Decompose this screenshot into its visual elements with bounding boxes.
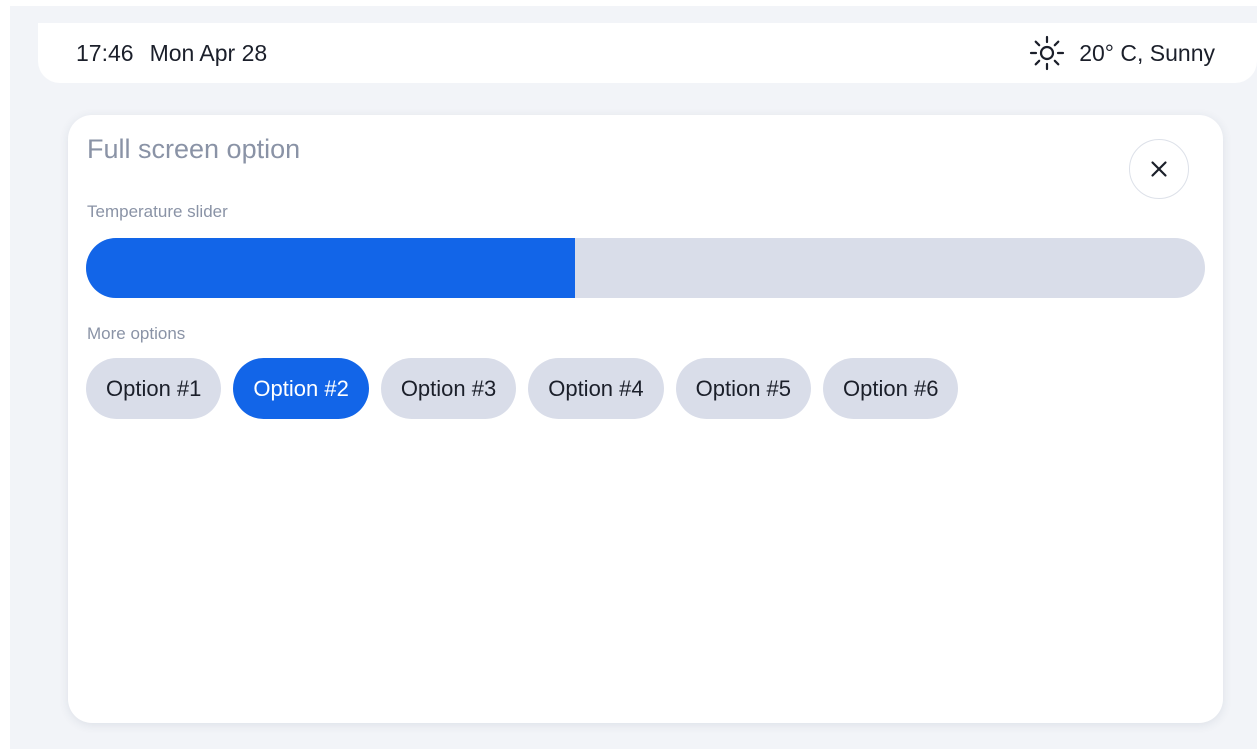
- temperature-slider-fill: [86, 238, 575, 298]
- close-icon: [1151, 161, 1167, 177]
- option-chip-3[interactable]: Option #3: [380, 358, 517, 419]
- option-chip-5[interactable]: Option #5: [675, 358, 812, 419]
- option-chip-2[interactable]: Option #2: [233, 358, 369, 419]
- status-bar: 17:46 Mon Apr 28 20° C, Sunny: [38, 23, 1257, 83]
- clock-time: 17:46: [76, 39, 134, 66]
- full-screen-option-panel: Full screen option Temperature slider Mo…: [68, 115, 1223, 723]
- temperature-slider[interactable]: [86, 238, 1205, 298]
- panel-title: Full screen option: [87, 134, 301, 164]
- weather-text: 20° C, Sunny: [1079, 39, 1215, 66]
- temperature-slider-label: Temperature slider: [87, 202, 228, 221]
- weather-widget: 20° C, Sunny: [1029, 23, 1215, 83]
- sun-icon: [1030, 35, 1065, 71]
- close-button[interactable]: [1129, 139, 1189, 199]
- more-options-label: More options: [87, 324, 186, 343]
- status-datetime: 17:46 Mon Apr 28: [76, 23, 267, 83]
- option-chip-1[interactable]: Option #1: [86, 358, 222, 419]
- clock-date: Mon Apr 28: [149, 39, 268, 66]
- option-chip-4[interactable]: Option #4: [528, 358, 664, 419]
- options-chip-group: Option #1 Option #2 Option #3 Option #4 …: [86, 358, 959, 419]
- option-chip-6[interactable]: Option #6: [823, 358, 959, 419]
